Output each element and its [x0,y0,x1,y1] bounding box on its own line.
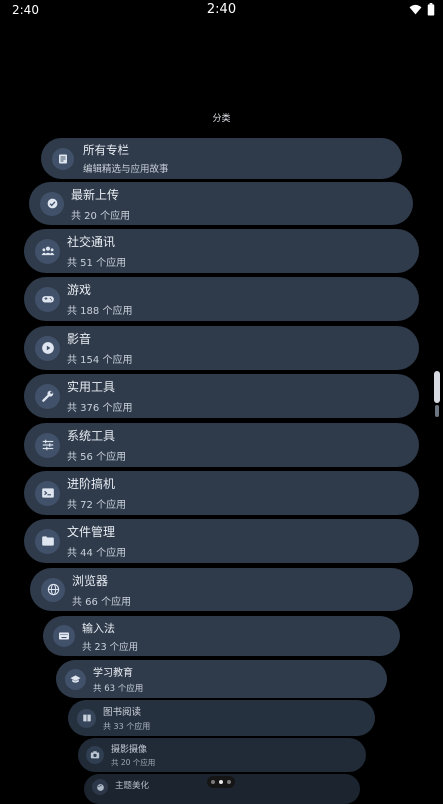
category-item-all-columns[interactable]: 所有专栏 编辑精选与应用故事 [41,138,402,179]
category-item-reading[interactable]: 图书阅读 共 33 个应用 [68,700,375,736]
category-item-input-method[interactable]: 输入法 共 23 个应用 [43,616,400,656]
category-item-photography[interactable]: 摄影摄像 共 20 个应用 [78,738,366,772]
category-item-system-tools[interactable]: 系统工具 共 56 个应用 [24,423,419,467]
page-indicator [207,776,235,788]
category-count: 共 63 个应用 [93,684,144,694]
category-item-social[interactable]: 社交通讯 共 51 个应用 [24,229,419,273]
category-item-education[interactable]: 学习教育 共 63 个应用 [56,660,387,698]
category-name: 输入法 [82,621,115,635]
play-circle-icon [35,335,60,361]
keyboard-icon [53,625,75,647]
article-icon [52,147,74,170]
category-count: 共 20 个应用 [71,210,131,222]
category-name: 系统工具 [67,429,116,443]
category-item-latest-uploads[interactable]: 最新上传 共 20 个应用 [29,182,413,225]
wifi-icon [409,4,422,15]
category-name: 学习教育 [93,668,133,679]
category-count: 共 20 个应用 [111,758,156,767]
category-name: 所有专栏 [83,143,129,157]
category-count: 共 44 个应用 [67,548,127,559]
category-count: 共 66 个应用 [72,596,132,608]
category-item-browser[interactable]: 浏览器 共 66 个应用 [30,568,413,611]
sliders-icon [35,432,60,458]
wrench-icon [35,383,60,409]
scrollbar-track [435,405,439,417]
status-icons [409,3,435,16]
category-count: 共 72 个应用 [67,500,127,511]
category-count: 共 56 个应用 [67,452,127,463]
category-name: 图书阅读 [103,707,142,718]
category-name: 文件管理 [67,525,116,539]
category-name: 影音 [67,332,92,346]
category-item-games[interactable]: 游戏 共 188 个应用 [24,277,419,321]
category-name: 进阶搞机 [67,477,116,491]
category-count: 共 33 个应用 [103,722,151,731]
scrollbar-thumb[interactable] [434,371,440,403]
page-dot [211,780,215,784]
category-name: 社交通讯 [67,235,116,249]
battery-icon [427,3,435,16]
category-count: 共 188 个应用 [67,306,133,317]
category-name: 实用工具 [67,380,116,394]
folder-icon [35,528,60,554]
category-item-media[interactable]: 影音 共 154 个应用 [24,326,419,370]
verified-badge-icon [40,191,64,216]
category-count: 共 51 个应用 [67,258,127,269]
category-item-utilities[interactable]: 实用工具 共 376 个应用 [24,374,419,418]
globe-icon [41,577,65,602]
page-dot-active [219,780,223,784]
category-count: 共 154 个应用 [67,355,133,366]
category-count: 共 23 个应用 [82,641,139,653]
people-icon [35,238,60,264]
category-name: 摄影摄像 [111,745,148,755]
category-name: 主题美化 [115,781,150,791]
page-title: 分类 [212,114,231,124]
terminal-icon [35,480,60,506]
palette-icon [92,779,108,795]
category-name: 游戏 [67,283,92,297]
category-item-advanced[interactable]: 进阶搞机 共 72 个应用 [24,471,419,515]
gamepad-icon [35,286,60,312]
book-icon [77,708,96,728]
category-count: 共 376 个应用 [67,403,133,414]
graduation-cap-icon [65,668,86,690]
status-time-center: 2:40 [206,2,237,17]
category-name: 浏览器 [72,573,109,588]
page-dot [227,780,231,784]
category-item-file-manager[interactable]: 文件管理 共 44 个应用 [24,519,419,563]
category-count: 编辑精选与应用故事 [83,164,169,175]
category-name: 最新上传 [71,187,120,202]
camera-icon [86,746,104,764]
